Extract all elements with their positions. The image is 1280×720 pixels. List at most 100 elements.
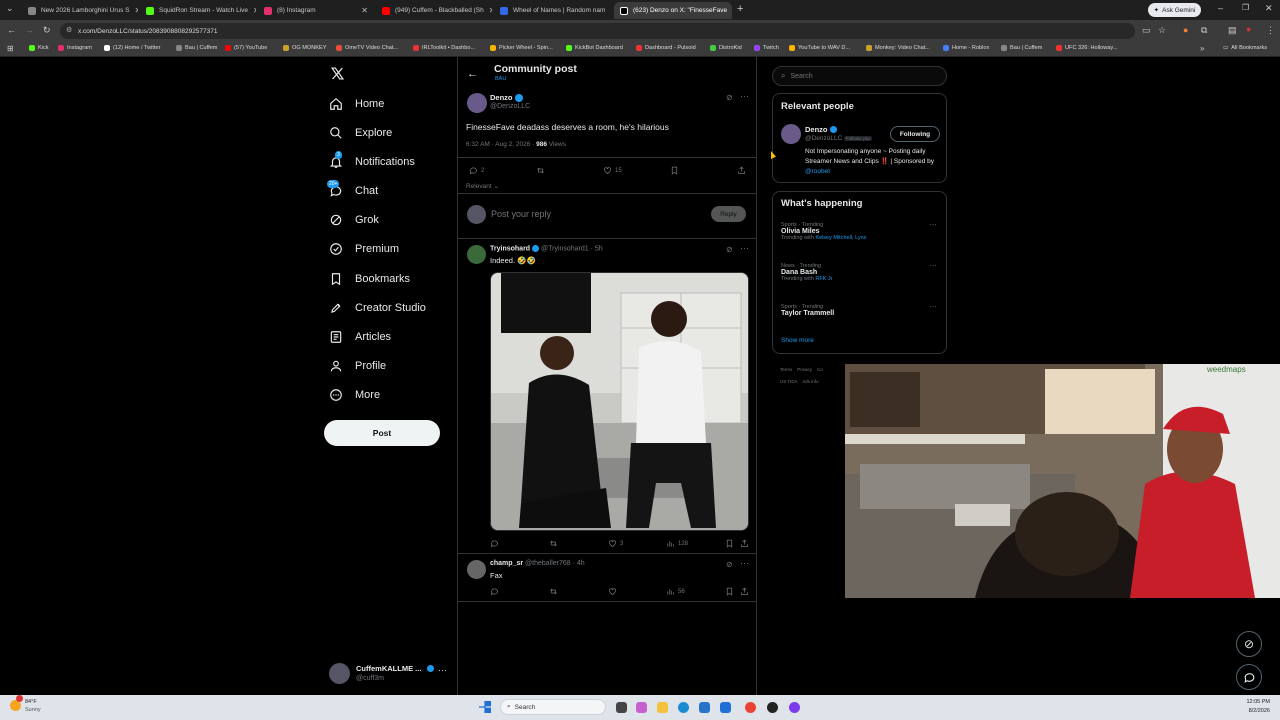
share-button[interactable] xyxy=(740,587,749,596)
reply-author-handle[interactable]: @Tryinsohard1 · 5h xyxy=(541,245,603,252)
reply-input[interactable] xyxy=(491,207,691,221)
reply-author-name[interactable]: Tryinsohard xyxy=(490,245,530,252)
bookmark-item[interactable]: Picker Wheel - Spin... xyxy=(490,45,553,51)
more-dots-icon[interactable]: ··· xyxy=(929,261,937,270)
close-icon[interactable]: ✕ xyxy=(135,6,138,15)
extension-icon[interactable]: ● xyxy=(1183,25,1188,35)
privacy-link[interactable]: Privacy xyxy=(797,367,812,372)
forward-icon[interactable]: → xyxy=(25,25,34,35)
tab-5[interactable]: Wheel of Names | Random nam✕ xyxy=(494,2,610,19)
reload-icon[interactable]: ↻ xyxy=(43,25,51,36)
close-icon[interactable]: ✕ xyxy=(489,6,492,15)
reply-author-name[interactable]: champ_sr xyxy=(490,560,523,567)
accessibility-link[interactable]: US TIDA xyxy=(780,379,797,384)
bookmark-item[interactable]: Kick xyxy=(29,45,49,51)
community-name[interactable]: BAU xyxy=(495,76,506,82)
trend-with-link[interactable]: RFK Jr xyxy=(815,276,832,282)
bio-link[interactable]: @roobet xyxy=(805,168,830,175)
chevron-right-icon[interactable]: » xyxy=(1200,44,1204,53)
close-window-icon[interactable]: ✕ xyxy=(1265,3,1273,14)
like-button[interactable] xyxy=(608,587,617,596)
taskbar-app-icon[interactable] xyxy=(616,702,627,713)
extensions-puzzle-icon[interactable]: ⧉ xyxy=(1201,25,1207,36)
windows-start-icon[interactable] xyxy=(479,701,491,713)
more-dots-icon[interactable]: ··· xyxy=(740,243,749,253)
trend-with-link[interactable]: Kelsey Mitchell, Lynx xyxy=(815,235,866,241)
x-logo-icon[interactable] xyxy=(331,67,344,80)
profile-avatar-icon[interactable]: ● xyxy=(1246,24,1251,34)
reply-button[interactable]: 2 xyxy=(469,166,484,175)
bookmark-item[interactable]: YouTube to WAV D... xyxy=(789,45,850,51)
more-dots-icon[interactable]: ··· xyxy=(740,558,749,568)
show-more-link[interactable]: Show more xyxy=(781,337,814,344)
tab-1[interactable]: New 2026 Lamborghini Urus S ✕ xyxy=(22,2,138,19)
maximize-icon[interactable]: ❐ xyxy=(1242,3,1249,12)
repost-button[interactable] xyxy=(536,166,545,175)
sidebar-item-chat[interactable]: Chat 20+ xyxy=(327,180,378,198)
bookmark-item[interactable]: Bau | Cuffem xyxy=(1001,45,1042,51)
trend-item[interactable]: Sports · Trending Olivia Miles Trending wi… xyxy=(781,220,941,241)
bookmark-item[interactable]: IRLToolkit • Dashbo... xyxy=(413,45,475,51)
tab-6-active[interactable]: (623) Denzo on X: "FinesseFave✕ xyxy=(614,2,732,19)
address-bar[interactable]: ⚙ x.com/DenzoLLC/status/2083908808292577… xyxy=(60,23,1135,39)
bookmark-item[interactable]: (57) YouTube xyxy=(225,45,267,51)
weather-temp[interactable]: 84°F xyxy=(25,699,37,705)
person-name[interactable]: Denzo xyxy=(805,125,828,134)
sidebar-item-creator-studio[interactable]: Creator Studio xyxy=(329,301,426,315)
apps-grid-icon[interactable]: ⊞ xyxy=(7,44,14,53)
post-button[interactable]: Post xyxy=(324,420,440,446)
star-icon[interactable]: ☆ xyxy=(1158,25,1166,36)
new-tab-icon[interactable]: + xyxy=(737,3,743,15)
grok-icon[interactable]: ⊘ xyxy=(726,93,733,102)
sidebar-icon[interactable]: ▤ xyxy=(1228,25,1237,36)
views-button[interactable]: 128 xyxy=(666,539,688,548)
ads-info-link[interactable]: Ads info xyxy=(802,379,818,384)
messages-floating-button[interactable] xyxy=(1236,664,1262,690)
tab-4[interactable]: (949) Cuffem - Blackballed (Sh ✕ xyxy=(376,2,492,19)
sidebar-item-grok[interactable]: Grok xyxy=(329,213,379,227)
search-input[interactable]: ⌕ Search xyxy=(772,66,947,86)
bookmark-button[interactable] xyxy=(670,166,679,175)
bookmark-button[interactable] xyxy=(725,587,734,596)
taskbar-app-icon[interactable] xyxy=(636,702,647,713)
close-icon[interactable]: ✕ xyxy=(253,6,256,15)
bookmark-button[interactable] xyxy=(725,539,734,548)
grok-icon[interactable]: ⊘ xyxy=(726,560,733,569)
bookmark-item[interactable]: UFC 326: Holloway... xyxy=(1056,45,1117,51)
sidebar-item-articles[interactable]: Articles xyxy=(329,330,391,344)
tab-2[interactable]: SquidRon Stream - Watch Live ✕ xyxy=(140,2,256,19)
post-author-name[interactable]: Denzo xyxy=(490,93,513,102)
edge-icon[interactable] xyxy=(678,702,689,713)
clock-time[interactable]: 12:05 PM xyxy=(1226,699,1270,705)
reply-button[interactable] xyxy=(490,539,499,548)
tab-list-icon[interactable]: ⌄ xyxy=(6,3,14,14)
terms-link[interactable]: Terms xyxy=(780,367,792,372)
trend-item[interactable]: Sports · Trending Taylor Trammell ··· xyxy=(781,302,941,317)
account-switcher[interactable]: CuffemKALLME ... @cuff3m ··· xyxy=(329,662,449,686)
taskbar-search[interactable]: ⌕ Search xyxy=(500,699,606,715)
taskbar-app-icon[interactable] xyxy=(699,702,710,713)
reply-button[interactable] xyxy=(490,587,499,596)
bookmark-item[interactable]: OG MONKEY xyxy=(283,45,327,51)
mail-icon[interactable] xyxy=(720,702,731,713)
share-button[interactable] xyxy=(737,166,746,175)
repost-button[interactable] xyxy=(549,539,558,548)
reply-media-image[interactable] xyxy=(490,272,749,531)
sidebar-item-notifications[interactable]: Notifications 3 xyxy=(329,151,415,169)
close-icon[interactable]: ✕ xyxy=(361,6,368,15)
bookmark-item[interactable]: Monkey: Video Chat... xyxy=(866,45,930,51)
grok-icon[interactable]: ⊘ xyxy=(726,245,733,254)
bookmark-item[interactable]: Dashboard - Pulsoid xyxy=(636,45,696,51)
views-button[interactable]: 56 xyxy=(666,587,685,596)
bookmark-item[interactable]: DistroKid xyxy=(710,45,742,51)
folder-icon[interactable] xyxy=(657,702,668,713)
avatar[interactable] xyxy=(467,245,486,264)
more-dots-icon[interactable]: ··· xyxy=(929,220,937,229)
tab-3[interactable]: (8) Instagram ✕ xyxy=(258,2,374,19)
ask-gemini-button[interactable]: ✦ Ask Gemini xyxy=(1148,3,1201,17)
repost-button[interactable] xyxy=(549,587,558,596)
reply-submit-button[interactable]: Reply xyxy=(711,206,746,222)
bookmark-item[interactable]: Home - Roblox xyxy=(943,45,989,51)
sidebar-item-bookmarks[interactable]: Bookmarks xyxy=(329,272,410,286)
cast-icon[interactable]: ▭ xyxy=(1142,25,1151,36)
